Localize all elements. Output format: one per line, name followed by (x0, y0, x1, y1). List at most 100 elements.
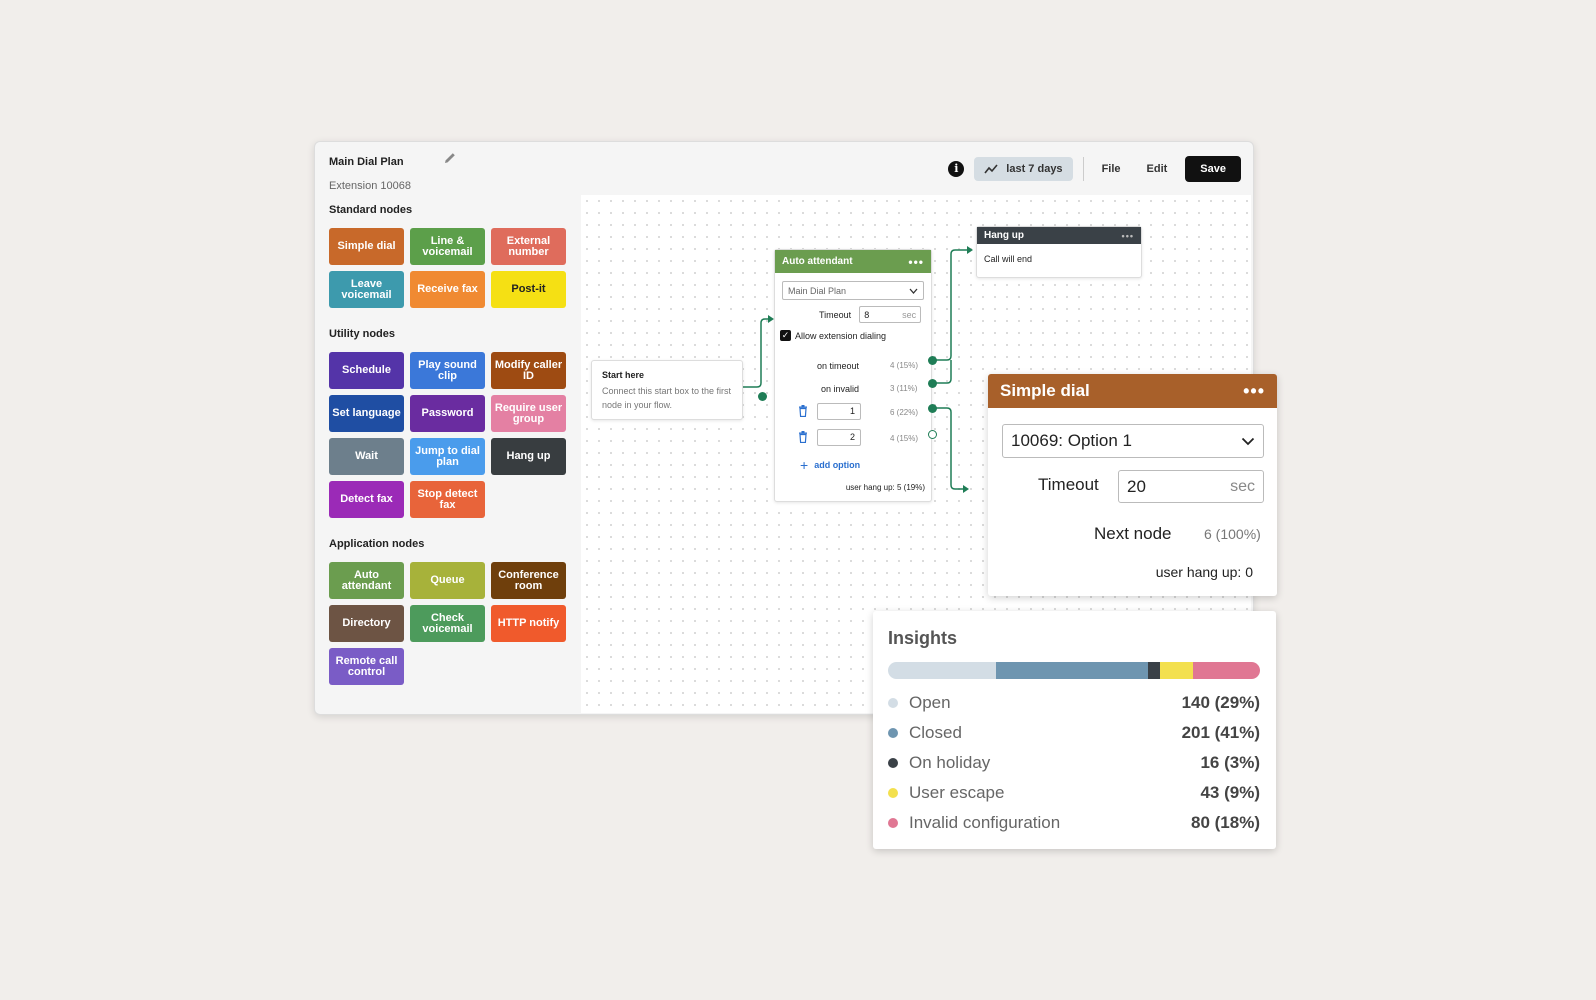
edit-menu-button[interactable]: Edit (1139, 163, 1176, 175)
dial-plan-select[interactable]: Main Dial Plan (782, 281, 924, 300)
aa-timeout-unit: sec (902, 309, 917, 320)
insights-item-left: User escape (888, 783, 1004, 803)
application-nodes-title: Application nodes (329, 538, 425, 550)
chevron-down-icon (1241, 437, 1255, 445)
more-options-icon[interactable]: ••• (1243, 382, 1265, 400)
insights-list: Open 140 (29%) Closed 201 (41%) On holiday 16… (888, 688, 1260, 838)
sd-timeout-unit: sec (1230, 477, 1255, 495)
node-check-voicemail-button[interactable]: Check voicemail (410, 605, 485, 642)
hang-up-title: Hang up (984, 230, 1024, 241)
insights-item-value: 201 (41%) (1181, 723, 1260, 742)
node-wait-button[interactable]: Wait (329, 438, 404, 475)
on-timeout-stat: 4 (15%) (890, 361, 919, 370)
info-icon[interactable]: i (948, 161, 965, 177)
node-palette: Standard nodes Simple dial Line & voicema… (329, 204, 569, 705)
node-receive-fax-button[interactable]: Receive fax (410, 271, 485, 308)
legend-dot-icon (888, 698, 898, 708)
option-2-port[interactable] (928, 430, 937, 439)
option-2-input[interactable]: 2 (817, 429, 861, 446)
start-output-port[interactable] (758, 392, 767, 401)
node-hang-up-button[interactable]: Hang up (491, 438, 566, 475)
on-timeout-label: on timeout (816, 361, 859, 371)
node-play-sound-clip-button[interactable]: Play sound clip (410, 352, 485, 389)
next-node-stat: 6 (100%) (1204, 526, 1261, 542)
option-1-port[interactable] (928, 404, 937, 413)
node-queue-button[interactable]: Queue (410, 562, 485, 599)
node-set-language-button[interactable]: Set language (329, 395, 404, 432)
on-timeout-port[interactable] (928, 356, 937, 365)
node-password-button[interactable]: Password (410, 395, 485, 432)
node-simple-dial-button[interactable]: Simple dial (329, 228, 404, 265)
hang-up-body: Call will end (984, 254, 1033, 264)
auto-attendant-title: Auto attendant (782, 256, 853, 267)
node-jump-to-dial-plan-button[interactable]: Jump to dial plan (410, 438, 485, 475)
node-post-it-button[interactable]: Post-it (491, 271, 566, 308)
more-options-icon[interactable]: ••• (1122, 231, 1134, 240)
trend-icon (984, 164, 998, 174)
simple-dial-header: Simple dial ••• (988, 374, 1277, 408)
insights-title: Insights (888, 628, 958, 648)
option-2-stat: 4 (15%) (890, 434, 919, 443)
node-remote-call-control-button[interactable]: Remote call control (329, 648, 404, 685)
next-node-label: Next node (1094, 524, 1172, 543)
insights-bar-segment-user-escape (1159, 662, 1194, 679)
hang-up-node[interactable]: Hang up ••• Call will end (976, 226, 1142, 278)
insights-item-label: Open (909, 693, 951, 712)
node-conference-room-button[interactable]: Conference room (491, 562, 566, 599)
node-line-voicemail-button[interactable]: Line & voicemail (410, 228, 485, 265)
insights-item-left: Closed (888, 723, 962, 743)
insights-bar (888, 662, 1260, 679)
simple-dial-title: Simple dial (1000, 381, 1090, 400)
trash-icon[interactable] (798, 431, 808, 443)
option-select[interactable]: 10069: Option 1 (1002, 424, 1264, 458)
allow-extension-label: Allow extension dialing (795, 330, 887, 341)
node-modify-caller-id-button[interactable]: Modify caller ID (491, 352, 566, 389)
insights-item: On holiday 16 (3%) (888, 748, 1260, 778)
simple-dial-panel[interactable]: Simple dial ••• 10069: Option 1 Timeout … (988, 374, 1277, 596)
option-1-input[interactable]: 1 (817, 403, 861, 420)
save-button[interactable]: Save (1185, 156, 1241, 182)
node-stop-detect-fax-button[interactable]: Stop detect fax (410, 481, 485, 518)
page-subtitle: Extension 10068 (329, 180, 411, 192)
on-invalid-port[interactable] (928, 379, 937, 388)
pencil-icon[interactable] (442, 150, 458, 166)
dial-plan-select-value: Main Dial Plan (788, 285, 847, 296)
start-node[interactable]: Start here Connect this start box to the… (591, 360, 743, 420)
auto-attendant-node[interactable]: Auto attendant ••• Main Dial Plan Timeou… (774, 249, 932, 502)
standard-nodes-title: Standard nodes (329, 204, 413, 216)
standard-nodes-grid: Simple dial Line & voicemail External numb… (329, 228, 569, 308)
insights-bar-segment-open (888, 662, 996, 679)
add-option-button[interactable]: + add option (800, 457, 860, 473)
sd-timeout-input[interactable]: 20 sec (1118, 470, 1264, 503)
node-require-user-group-button[interactable]: Require user group (491, 395, 566, 432)
node-directory-button[interactable]: Directory (329, 605, 404, 642)
node-schedule-button[interactable]: Schedule (329, 352, 404, 389)
title-area: Main Dial Plan Extension 10068 (329, 152, 455, 192)
sd-timeout-value: 20 (1127, 476, 1146, 496)
legend-dot-icon (888, 728, 898, 738)
legend-dot-icon (888, 788, 898, 798)
utility-nodes-title: Utility nodes (329, 328, 396, 340)
allow-extension-checkbox[interactable]: ✓ (780, 330, 791, 341)
trash-icon[interactable] (798, 405, 808, 417)
aa-timeout-input[interactable]: 8 sec (859, 306, 922, 323)
insights-item: Invalid configuration 80 (18%) (888, 808, 1260, 838)
more-options-icon[interactable]: ••• (908, 256, 924, 268)
node-http-notify-button[interactable]: HTTP notify (491, 605, 566, 642)
aa-hangup-stat: user hang up: 5 (19%) (845, 483, 925, 492)
node-detect-fax-button[interactable]: Detect fax (329, 481, 404, 518)
toolbar-divider (1082, 157, 1084, 181)
date-range-button[interactable]: last 7 days (974, 157, 1073, 181)
file-menu-button[interactable]: File (1094, 163, 1129, 175)
option-1-stat: 6 (22%) (890, 408, 919, 417)
insights-item-left: Invalid configuration (888, 813, 1060, 833)
node-external-number-button[interactable]: External number (491, 228, 566, 265)
add-option-label: add option (814, 460, 861, 470)
insights-item: Closed 201 (41%) (888, 718, 1260, 748)
chevron-down-icon (909, 288, 918, 294)
node-auto-attendant-button[interactable]: Auto attendant (329, 562, 404, 599)
insights-bar-segment-invalid-configuration (1193, 662, 1260, 679)
node-leave-voicemail-button[interactable]: Leave voicemail (329, 271, 404, 308)
insights-item: User escape 43 (9%) (888, 778, 1260, 808)
insights-item-value: 140 (29%) (1181, 693, 1260, 712)
